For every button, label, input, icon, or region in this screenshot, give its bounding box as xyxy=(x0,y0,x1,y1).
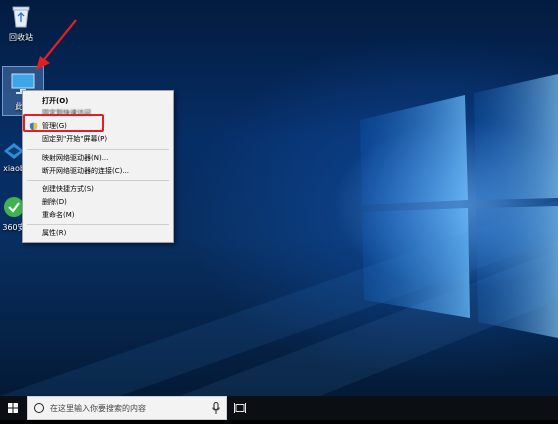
menu-item-pin-start[interactable]: 固定到"开始"屏幕(P) xyxy=(23,133,173,145)
search-circle-icon xyxy=(34,403,44,413)
menu-item-label: 断开网络驱动器的连接(C)... xyxy=(42,167,130,175)
menu-separator xyxy=(27,149,169,150)
microphone-icon[interactable] xyxy=(212,402,220,415)
menu-item-rename[interactable]: 重命名(M) xyxy=(23,209,173,221)
menu-item-disconnect-network-drive[interactable]: 断开网络驱动器的连接(C)... xyxy=(23,165,173,177)
menu-item-label: 映射网络驱动器(N)... xyxy=(42,154,109,162)
menu-item-map-network-drive[interactable]: 映射网络驱动器(N)... xyxy=(23,152,173,164)
search-placeholder: 在这里输入你要搜索的内容 xyxy=(50,404,146,413)
menu-separator xyxy=(27,180,169,181)
menu-item-label: 固定到"开始"屏幕(P) xyxy=(42,135,108,143)
annotation-arrow xyxy=(36,19,77,70)
recycle-bin-icon xyxy=(12,6,30,28)
menu-item-label: 属性(R) xyxy=(42,229,67,237)
menu-item-delete[interactable]: 删除(D) xyxy=(23,196,173,208)
taskbar-search-box[interactable]: 在这里输入你要搜索的内容 xyxy=(27,396,227,420)
start-button[interactable] xyxy=(0,396,26,420)
window-pane-top-left xyxy=(360,95,468,205)
menu-item-label: 创建快捷方式(S) xyxy=(42,185,94,193)
window-pane-top-right xyxy=(474,74,558,200)
menu-item-create-shortcut[interactable]: 创建快捷方式(S) xyxy=(23,183,173,195)
menu-item-label: 打开(O) xyxy=(42,97,69,105)
menu-item-label: 删除(D) xyxy=(42,198,67,206)
context-menu: 打开(O) 固定到快速访问 管理(G) 固定到"开始"屏幕(P) 映射网络驱动器… xyxy=(22,90,174,243)
menu-separator xyxy=(27,224,169,225)
menu-item-properties[interactable]: 属性(R) xyxy=(23,227,173,239)
menu-item-label: 重命名(M) xyxy=(42,211,75,219)
windows-start-icon xyxy=(8,403,18,413)
desktop: 回收站 此电 xiaob 360安 打开(O) 固定到快速访问 xyxy=(0,0,558,396)
task-view-icon[interactable] xyxy=(234,402,246,414)
annotation-highlight-box xyxy=(23,114,104,132)
taskbar: 在这里输入你要搜索的内容 xyxy=(0,396,558,420)
menu-item-open[interactable]: 打开(O) xyxy=(23,95,173,107)
